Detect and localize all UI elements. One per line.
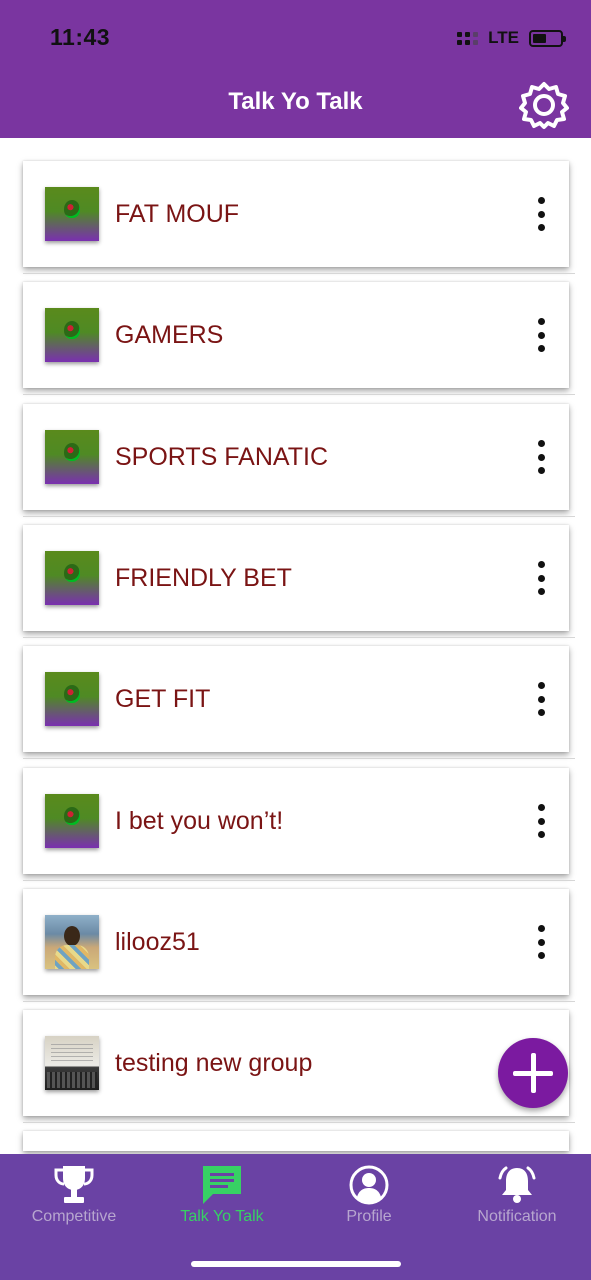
row-divider	[23, 880, 575, 881]
group-avatar	[45, 187, 99, 241]
conversation-list[interactable]: FAT MOUF GAMERS SPORTS FANATIC FRIENDLY BET…	[0, 138, 591, 1154]
battery-icon	[529, 29, 566, 47]
more-options-icon[interactable]	[531, 561, 551, 595]
more-options-icon[interactable]	[531, 318, 551, 352]
group-photo-avatar	[45, 1036, 99, 1090]
conversation-row[interactable]: I bet you won’t!	[23, 768, 569, 874]
user-avatar	[45, 915, 99, 969]
tab-label: Talk Yo Talk	[180, 1208, 264, 1225]
group-avatar	[45, 430, 99, 484]
network-label: LTE	[488, 28, 519, 47]
conversation-row[interactable]: GET FIT	[23, 646, 569, 752]
home-indicator	[191, 1261, 401, 1267]
more-options-icon[interactable]	[531, 197, 551, 231]
tab-competitive[interactable]: Competitive	[0, 1154, 148, 1244]
tab-label: Profile	[346, 1208, 392, 1225]
tab-profile[interactable]: Profile	[295, 1154, 443, 1244]
row-divider	[23, 637, 575, 638]
more-options-icon[interactable]	[531, 925, 551, 959]
conversation-name: GAMERS	[115, 321, 224, 349]
trophy-icon	[54, 1166, 94, 1203]
row-divider	[23, 758, 575, 759]
status-time: 11:43	[50, 24, 111, 50]
row-divider	[23, 1122, 575, 1123]
group-avatar	[45, 551, 99, 605]
add-conversation-button[interactable]	[498, 1038, 568, 1108]
conversation-name: GET FIT	[115, 685, 211, 713]
gear-icon	[519, 82, 569, 129]
settings-button[interactable]	[519, 80, 569, 130]
group-avatar	[45, 308, 99, 362]
conversation-row[interactable]: SPORTS FANATIC	[23, 404, 569, 510]
conversation-name: FRIENDLY BET	[115, 564, 292, 592]
conversation-row[interactable]: lilooz51	[23, 889, 569, 995]
page-title: Talk Yo Talk	[228, 88, 363, 115]
tab-talk-yo-talk[interactable]: Talk Yo Talk	[148, 1154, 296, 1244]
conversation-row[interactable]: FAT MOUF	[23, 161, 569, 267]
conversation-row[interactable]: FRIENDLY BET	[23, 525, 569, 631]
group-avatar	[45, 794, 99, 848]
conversation-row[interactable]: testing new group	[23, 1010, 569, 1116]
more-options-icon[interactable]	[531, 682, 551, 716]
more-options-icon[interactable]	[531, 440, 551, 474]
conversation-row[interactable]: GAMERS	[23, 282, 569, 388]
conversation-name: SPORTS FANATIC	[115, 443, 329, 471]
row-divider	[23, 516, 575, 517]
tab-notification[interactable]: Notification	[443, 1154, 591, 1244]
conversation-name: I bet you won’t!	[115, 807, 284, 835]
status-indicators: LTE	[457, 28, 566, 48]
signal-icon	[457, 31, 479, 45]
conversation-name: testing new group	[115, 1049, 313, 1077]
row-divider	[23, 394, 575, 395]
tab-label: Notification	[477, 1208, 557, 1225]
tab-label: Competitive	[31, 1208, 117, 1225]
row-divider	[23, 273, 575, 274]
conversation-name: lilooz51	[115, 928, 200, 956]
chat-icon	[203, 1166, 241, 1204]
group-avatar	[45, 672, 99, 726]
bell-icon	[498, 1166, 536, 1203]
row-divider	[23, 1001, 575, 1002]
user-icon	[349, 1165, 389, 1205]
app-header: 11:43 LTE Talk Yo Talk	[0, 0, 591, 138]
conversation-row-partial[interactable]	[23, 1131, 569, 1151]
conversation-name: FAT MOUF	[115, 200, 240, 228]
more-options-icon[interactable]	[531, 804, 551, 838]
